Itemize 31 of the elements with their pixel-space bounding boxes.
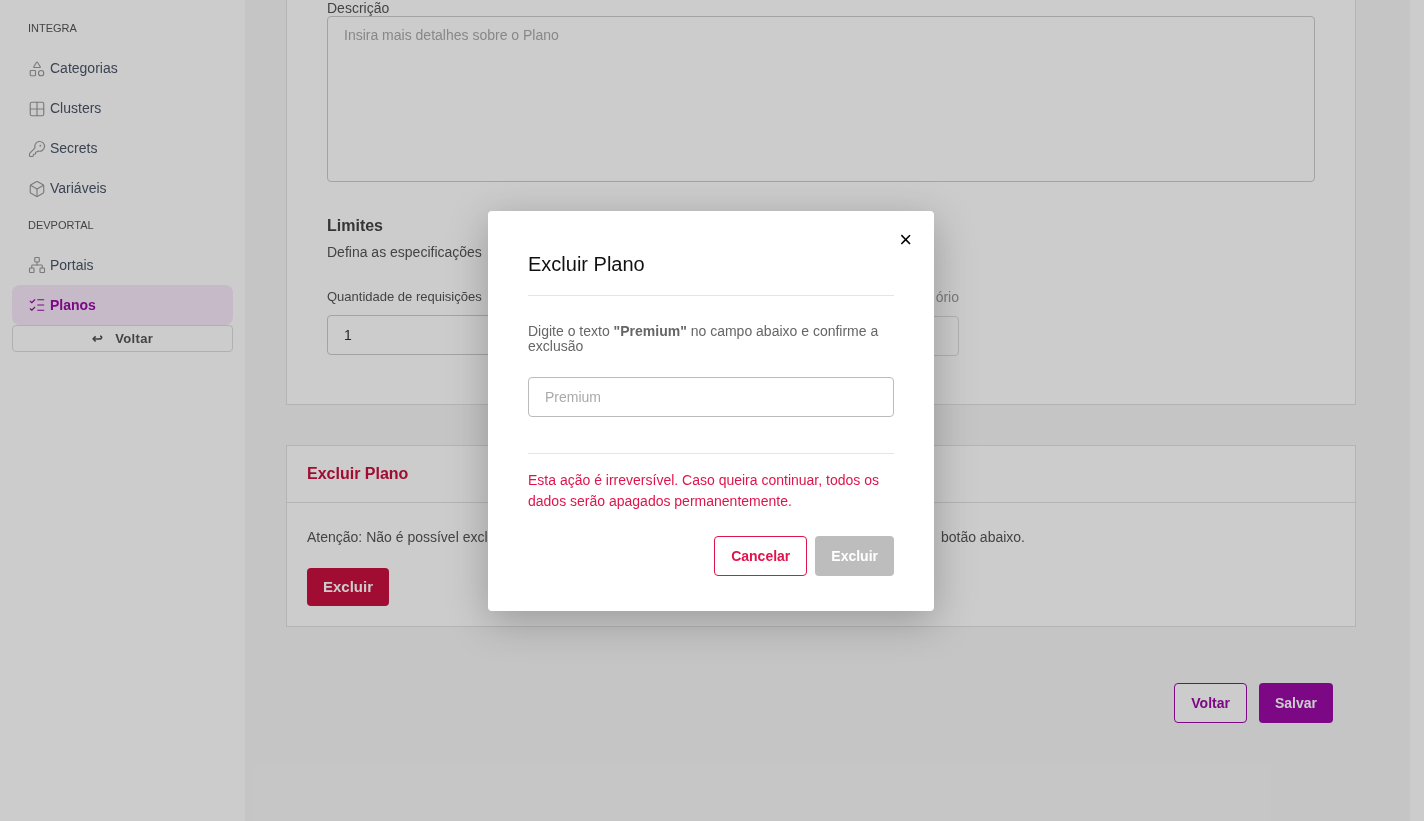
sidebar-item[interactable]: Clusters (12, 88, 233, 129)
sidebar-item[interactable]: Planos (12, 285, 233, 325)
description-field[interactable]: Insira mais detalhes sobre o Plano (327, 16, 1315, 182)
section-title: INTEGRA (27, 21, 78, 36)
field-label: Descrição (327, 0, 390, 16)
cancel-button[interactable]: Cancelar (714, 536, 808, 577)
delete-button[interactable]: Excluir (307, 568, 390, 606)
sidebar-item[interactable]: Secrets (12, 128, 233, 169)
section-subtitle: Defina as especificações (327, 243, 482, 262)
sidebar-item[interactable]: Portais (12, 245, 233, 285)
save-button[interactable]: Salvar (1258, 683, 1333, 723)
field-label: ório (934, 288, 959, 307)
close-button[interactable]: × (899, 229, 912, 251)
shapes-icon (28, 59, 46, 78)
warning-text: botão abaixo. (940, 528, 1025, 547)
sidebar-item[interactable]: Variáveis (12, 168, 233, 209)
dialog-title: Excluir Plano (528, 252, 646, 277)
back-button[interactable]: Voltar (1174, 683, 1247, 723)
checklist-icon (28, 296, 46, 314)
grid-icon (28, 99, 46, 118)
field-label: Quantidade de requisições (327, 288, 482, 306)
section-heading: Limites (327, 216, 384, 236)
back-button[interactable]: ↩ Voltar (12, 325, 233, 352)
confirm-input[interactable]: Premium (528, 377, 894, 418)
cube-icon (28, 179, 46, 198)
network-icon (28, 256, 46, 274)
sidebar-item[interactable]: Categorias (12, 48, 233, 89)
return-icon: ↩ (91, 328, 104, 349)
section-title: DEVPORTAL (27, 217, 95, 233)
warning-text: Atenção: Não é possível excl (307, 528, 488, 547)
key-icon (28, 139, 46, 158)
